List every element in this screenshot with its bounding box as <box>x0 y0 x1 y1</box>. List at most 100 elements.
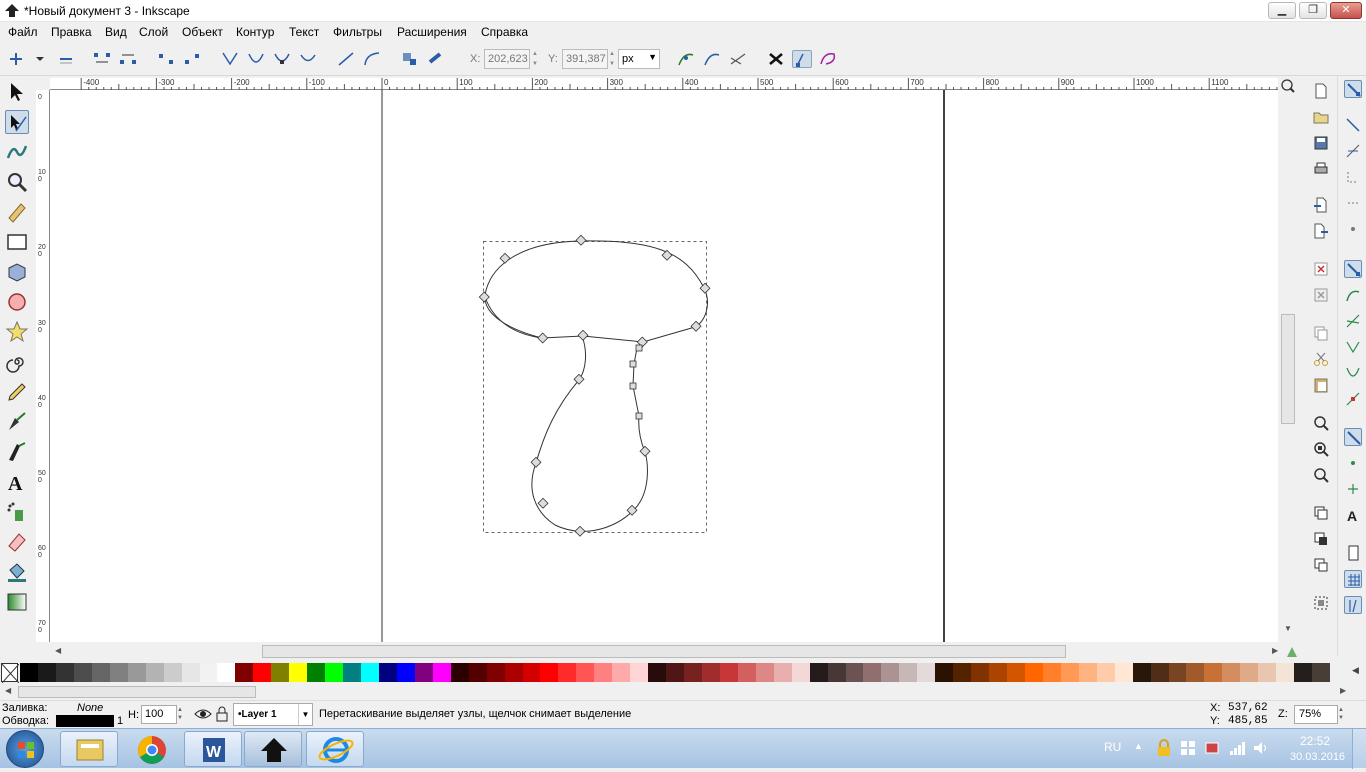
color-swatch[interactable] <box>1240 663 1259 682</box>
tweak-tool-icon[interactable] <box>5 140 29 164</box>
color-swatch[interactable] <box>630 663 649 682</box>
zoom-tool-icon[interactable] <box>5 170 29 194</box>
snap-text-baseline-icon[interactable]: A <box>1344 506 1362 524</box>
print-icon[interactable] <box>1312 160 1330 178</box>
ellipse-tool-icon[interactable] <box>5 290 29 314</box>
show-transform-handles-icon[interactable] <box>676 50 696 68</box>
tray-expand-icon[interactable]: ▲ <box>1134 741 1146 755</box>
color-swatch[interactable] <box>414 663 433 682</box>
zoom-drawing-icon[interactable] <box>1278 78 1298 93</box>
color-swatch[interactable] <box>1024 663 1043 682</box>
node-smooth-icon[interactable] <box>246 50 266 68</box>
color-swatch[interactable] <box>612 663 631 682</box>
drawing-canvas[interactable] <box>50 90 1278 642</box>
copy-icon[interactable] <box>1312 324 1330 342</box>
color-swatch[interactable] <box>809 663 828 682</box>
color-swatch[interactable] <box>666 663 684 682</box>
windows-flag-icon[interactable] <box>1180 739 1196 757</box>
color-swatch[interactable] <box>989 663 1007 682</box>
color-swatch[interactable] <box>701 663 720 682</box>
pen-tool-icon[interactable] <box>5 410 29 434</box>
opacity-spin-icon[interactable]: ▲ ▼ <box>177 706 186 723</box>
chrome-task-icon[interactable] <box>122 731 180 767</box>
export-icon[interactable] <box>1312 222 1330 240</box>
color-swatch[interactable] <box>719 663 738 682</box>
gradient-tool-icon[interactable] <box>5 590 29 614</box>
eraser-tool-icon[interactable] <box>5 530 29 554</box>
eye-icon[interactable] <box>194 706 212 722</box>
zoom-spin-icon[interactable]: ▲ ▼ <box>1338 706 1347 723</box>
color-swatch[interactable] <box>253 663 272 682</box>
snap-bbox-midpoints-icon[interactable] <box>1344 194 1362 212</box>
snap-bbox-icon[interactable] <box>1344 116 1362 134</box>
color-swatch[interactable] <box>1222 663 1241 682</box>
snap-rotation-centers-icon[interactable] <box>1344 480 1362 498</box>
color-swatch[interactable] <box>73 663 92 682</box>
snap-object-centers-icon[interactable] <box>1344 454 1362 472</box>
zoom-selection-icon[interactable] <box>1312 414 1330 432</box>
color-swatch[interactable] <box>109 663 128 682</box>
color-swatch[interactable] <box>396 663 415 682</box>
import-icon[interactable] <box>1312 196 1330 214</box>
palette-scroll-thumb[interactable] <box>18 686 256 698</box>
color-swatch[interactable] <box>1150 663 1169 682</box>
color-swatch[interactable] <box>145 663 164 682</box>
color-swatch[interactable] <box>504 663 523 682</box>
color-swatch[interactable] <box>594 663 613 682</box>
color-swatch[interactable] <box>181 663 200 682</box>
show-bezier-handles-icon[interactable] <box>792 50 812 68</box>
x-coordinate-input[interactable]: 202,623 <box>484 49 530 69</box>
color-swatch[interactable] <box>881 663 900 682</box>
color-mode-icon[interactable] <box>1286 644 1298 658</box>
color-swatch[interactable] <box>361 663 379 682</box>
color-swatch[interactable] <box>1186 663 1205 682</box>
color-swatch[interactable] <box>522 663 541 682</box>
color-swatch[interactable] <box>289 663 308 682</box>
unit-select[interactable]: px ▼ <box>618 49 660 69</box>
object-to-path-icon[interactable] <box>400 50 420 68</box>
clock-time[interactable]: 22:52 <box>1300 734 1330 748</box>
menu-filters[interactable]: Фильтры <box>333 25 382 39</box>
color-swatch[interactable] <box>953 663 972 682</box>
text-tool-icon[interactable]: A <box>5 470 29 495</box>
spray-tool-icon[interactable] <box>5 500 29 524</box>
y-coordinate-input[interactable]: 391,387 <box>562 49 608 69</box>
calligraphy-tool-icon[interactable] <box>5 440 29 464</box>
color-swatch[interactable] <box>755 663 774 682</box>
redo-icon[interactable] <box>1312 286 1330 304</box>
menu-edit[interactable]: Правка <box>51 25 92 39</box>
new-document-icon[interactable] <box>1312 82 1330 100</box>
snap-page-border-icon[interactable] <box>1344 544 1362 562</box>
show-path-outline-icon[interactable] <box>728 50 748 68</box>
color-swatch[interactable] <box>1007 663 1025 682</box>
color-swatch[interactable] <box>199 663 218 682</box>
color-swatch[interactable] <box>1096 663 1115 682</box>
paste-icon[interactable] <box>1312 376 1330 394</box>
vertical-scrollbar[interactable]: ▼ <box>1279 90 1297 642</box>
menu-text[interactable]: Текст <box>289 25 319 39</box>
color-swatch[interactable] <box>1276 663 1295 682</box>
color-swatch[interactable] <box>217 663 236 682</box>
horizontal-scroll-thumb[interactable] <box>262 645 1066 658</box>
color-swatch[interactable] <box>558 663 577 682</box>
color-swatch[interactable] <box>235 663 254 682</box>
color-swatch[interactable] <box>827 663 846 682</box>
color-swatch[interactable] <box>325 663 344 682</box>
network-icon[interactable] <box>1228 739 1246 757</box>
color-swatch[interactable] <box>1258 663 1277 682</box>
snap-nodes-icon[interactable] <box>1344 260 1362 278</box>
snap-others-icon[interactable] <box>1344 428 1362 446</box>
maximize-button[interactable]: ❐ <box>1299 2 1327 19</box>
zoom-input[interactable]: 75% <box>1294 705 1338 724</box>
color-swatch[interactable] <box>163 663 182 682</box>
delete-segment-icon[interactable] <box>182 50 202 68</box>
no-paint-swatch[interactable] <box>1 663 20 684</box>
ie-task-icon[interactable] <box>306 731 364 767</box>
snap-bbox-centers-icon[interactable] <box>1344 220 1362 238</box>
save-icon[interactable] <box>1312 134 1330 152</box>
snap-midpoints-icon[interactable] <box>1344 390 1362 408</box>
zoom-drawing-cmd-icon[interactable] <box>1312 440 1330 458</box>
lock-icon[interactable] <box>215 706 229 722</box>
show-handles-icon[interactable] <box>702 50 722 68</box>
color-swatch[interactable] <box>91 663 110 682</box>
